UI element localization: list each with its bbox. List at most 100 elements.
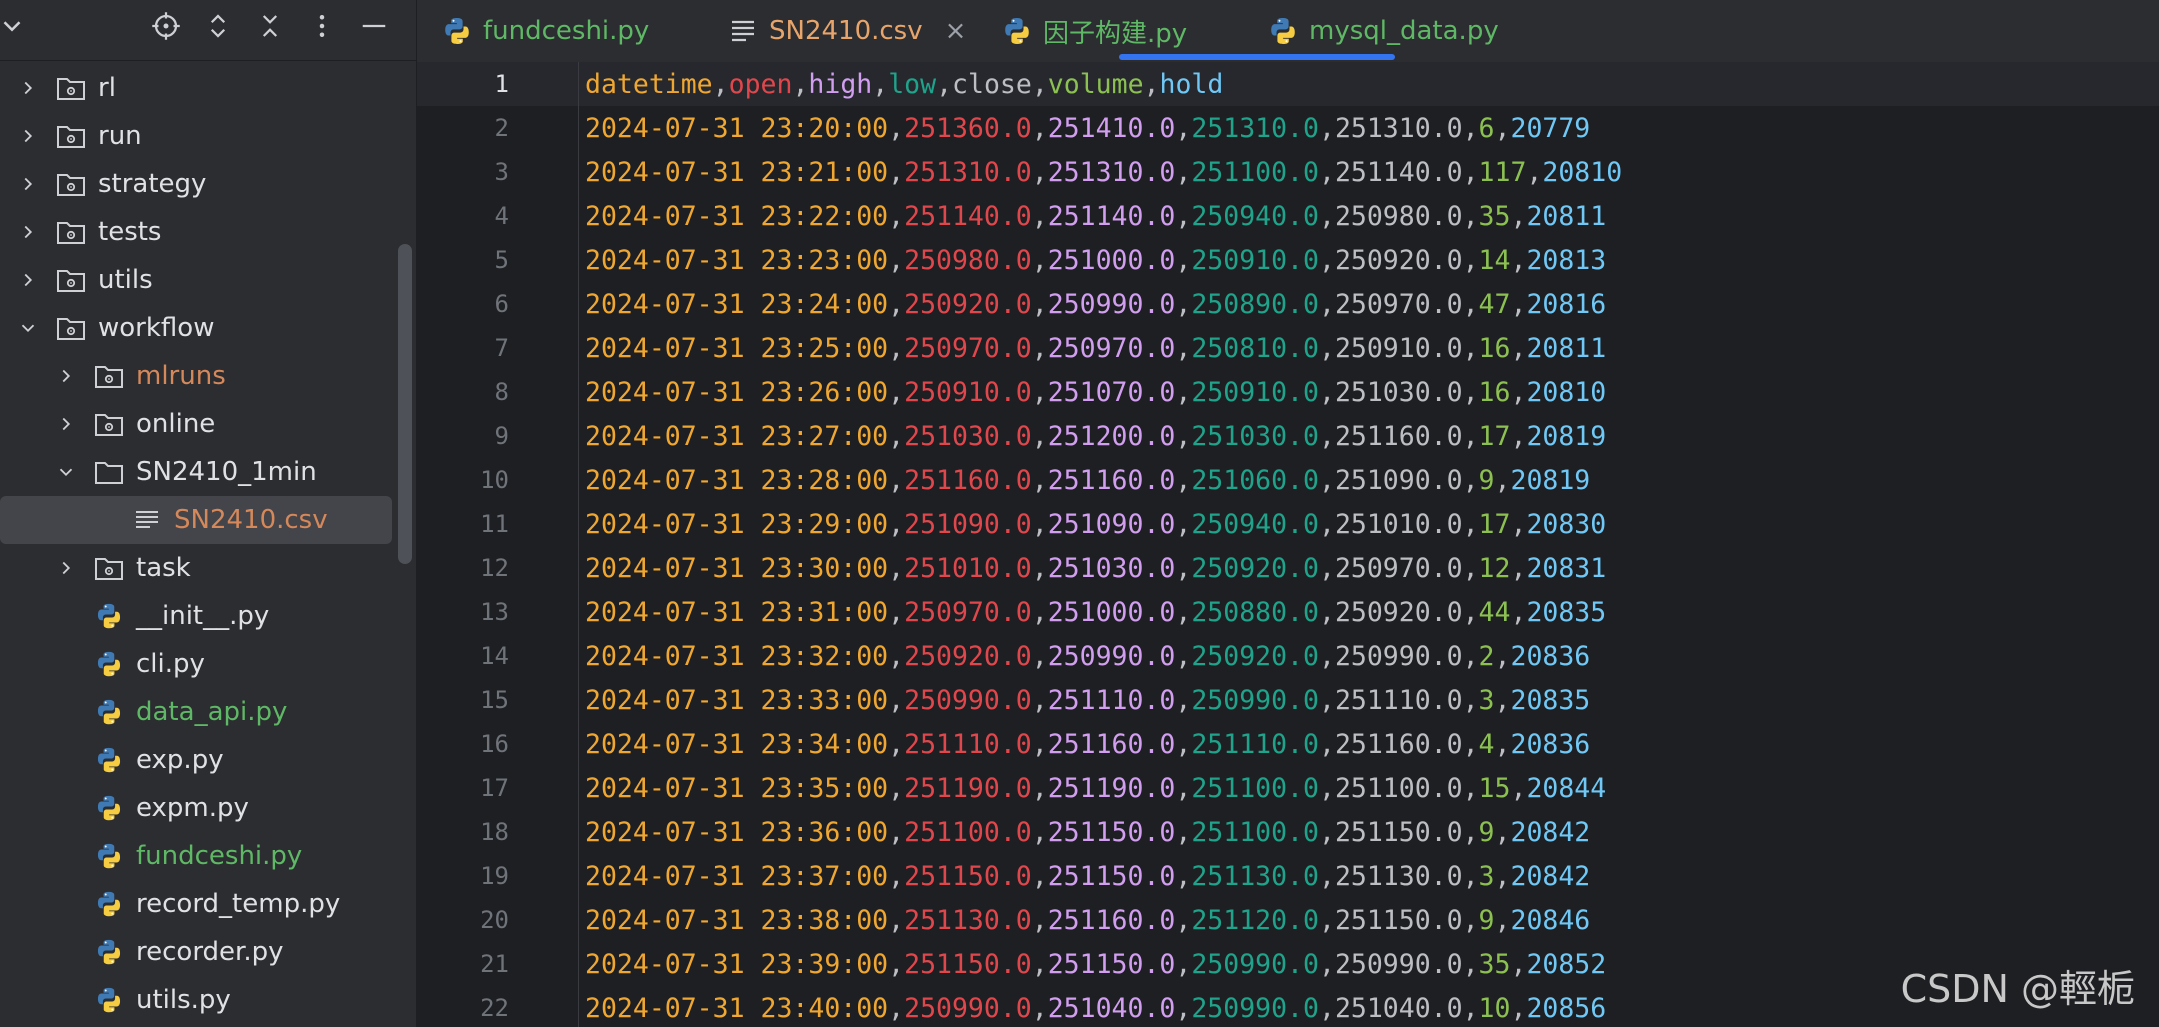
line-number[interactable]: 15 xyxy=(417,686,509,714)
tree-item-data-api-py[interactable]: data_api.py xyxy=(0,688,416,736)
csv-field: 251140.0 xyxy=(1047,200,1176,232)
csv-field: 20852 xyxy=(1526,948,1607,980)
line-number[interactable]: 1 xyxy=(417,70,509,98)
chevron-down-icon[interactable] xyxy=(0,6,32,46)
tree-item-fundceshi-py[interactable]: fundceshi.py xyxy=(0,832,416,880)
python-icon xyxy=(1267,15,1299,47)
line-number[interactable]: 9 xyxy=(417,422,509,450)
tree-item-record-temp-py[interactable]: record_temp.py xyxy=(0,880,416,928)
csv-field: 2024-07-31 23:37:00 xyxy=(585,860,889,892)
chevron-down-icon[interactable] xyxy=(16,316,40,340)
csv-field: 2024-07-31 23:34:00 xyxy=(585,728,889,760)
line-number[interactable]: 17 xyxy=(417,774,509,802)
tree-item-workflow[interactable]: workflow xyxy=(0,304,416,352)
line-number[interactable]: 10 xyxy=(417,466,509,494)
chevron-right-icon[interactable] xyxy=(16,124,40,148)
tree-item-utils[interactable]: utils xyxy=(0,256,416,304)
line-number[interactable]: 2 xyxy=(417,114,509,142)
chevron-right-icon[interactable] xyxy=(16,76,40,100)
line-number[interactable]: 11 xyxy=(417,510,509,538)
chevron-right-icon[interactable] xyxy=(54,412,78,436)
line-number[interactable]: 5 xyxy=(417,246,509,274)
python-icon xyxy=(1001,15,1033,47)
line-number[interactable]: 14 xyxy=(417,642,509,670)
csv-field: 250970.0 xyxy=(904,332,1032,364)
line-number[interactable]: 7 xyxy=(417,334,509,362)
line-number[interactable]: 18 xyxy=(417,818,509,846)
chevron-right-icon[interactable] xyxy=(16,220,40,244)
code-line: 19 2024-07-31 23:37:00,251150.0,251150.0,… xyxy=(417,854,2159,898)
tree-item-strategy[interactable]: strategy xyxy=(0,160,416,208)
close-icon[interactable]: × xyxy=(945,16,967,46)
line-number[interactable]: 19 xyxy=(417,862,509,890)
code-text: 2024-07-31 23:20:00,251360.0,251410.0,25… xyxy=(585,112,1591,144)
line-number[interactable]: 16 xyxy=(417,730,509,758)
tree-item-rl[interactable]: rl xyxy=(0,64,416,112)
csv-field: 2024-07-31 23:38:00 xyxy=(585,904,889,936)
more-options-icon[interactable] xyxy=(302,6,342,46)
chevron-right-icon[interactable] xyxy=(16,268,40,292)
code-line: 20 2024-07-31 23:38:00,251130.0,251160.0,… xyxy=(417,898,2159,942)
chevron-right-icon[interactable] xyxy=(54,556,78,580)
tree-item-mlruns[interactable]: mlruns xyxy=(0,352,416,400)
line-number[interactable]: 3 xyxy=(417,158,509,186)
line-number[interactable]: 12 xyxy=(417,554,509,582)
csv-field: 2024-07-31 23:21:00 xyxy=(585,156,889,188)
line-number[interactable]: 21 xyxy=(417,950,509,978)
tab-factor-build[interactable]: 因子构建.py xyxy=(1001,0,1187,62)
code-editor[interactable]: 1 datetime,open,high,low,close,volume,hol… xyxy=(417,62,2159,1027)
code-line: 8 2024-07-31 23:26:00,250910.0,251070.0,2… xyxy=(417,370,2159,414)
code-line: 17 2024-07-31 23:35:00,251190.0,251190.0,… xyxy=(417,766,2159,810)
tab-fundceshi[interactable]: fundceshi.py xyxy=(441,0,649,62)
csv-field: 251130.0 xyxy=(1334,860,1463,892)
text-file-icon xyxy=(130,505,164,535)
tree-item-sn2410-1min[interactable]: SN2410_1min xyxy=(0,448,416,496)
chevron-right-icon[interactable] xyxy=(54,364,78,388)
python-icon xyxy=(92,985,126,1015)
tab-sn2410-csv[interactable]: SN2410.csv × xyxy=(727,0,966,62)
tree-item-online[interactable]: online xyxy=(0,400,416,448)
project-panel: rl run strategy tests utils workflow mlruns onl… xyxy=(0,0,417,1027)
collapse-all-icon[interactable] xyxy=(250,6,290,46)
csv-field: 251310.0 xyxy=(904,156,1032,188)
csv-field: 251160.0 xyxy=(1047,904,1176,936)
tree-item-exp-py[interactable]: exp.py xyxy=(0,736,416,784)
chevron-down-icon[interactable] xyxy=(54,460,78,484)
tree-item-cli-py[interactable]: cli.py xyxy=(0,640,416,688)
line-number[interactable]: 4 xyxy=(417,202,509,230)
csv-field: 251360.0 xyxy=(904,112,1032,144)
expand-all-icon[interactable] xyxy=(198,6,238,46)
tree-item-sn2410-csv[interactable]: SN2410.csv xyxy=(0,496,392,544)
code-line: 14 2024-07-31 23:32:00,250920.0,250990.0,… xyxy=(417,634,2159,678)
chevron-right-icon[interactable] xyxy=(16,172,40,196)
csv-field: 250990.0 xyxy=(1047,288,1176,320)
csv-field: 2024-07-31 23:29:00 xyxy=(585,508,889,540)
tree-item-run[interactable]: run xyxy=(0,112,416,160)
csv-field: 250920.0 xyxy=(904,288,1032,320)
csv-field: 35 xyxy=(1478,948,1511,980)
tree-item-label: fundceshi.py xyxy=(136,841,303,871)
tree-item-recorder-py[interactable]: recorder.py xyxy=(0,928,416,976)
csv-field: 250910.0 xyxy=(1191,244,1319,276)
line-number[interactable]: 13 xyxy=(417,598,509,626)
line-number[interactable]: 20 xyxy=(417,906,509,934)
line-number[interactable]: 8 xyxy=(417,378,509,406)
csv-field: 16 xyxy=(1478,376,1511,408)
csv-field: 251160.0 xyxy=(1334,420,1463,452)
hide-icon[interactable] xyxy=(354,6,394,46)
tree-item-utils-py[interactable]: utils.py xyxy=(0,976,416,1024)
code-line: 12 2024-07-31 23:30:00,251010.0,251030.0,… xyxy=(417,546,2159,590)
tree-item-init-py[interactable]: __init__.py xyxy=(0,592,416,640)
sidebar-scrollbar[interactable] xyxy=(398,244,412,564)
tree-item-expm-py[interactable]: expm.py xyxy=(0,784,416,832)
line-number[interactable]: 6 xyxy=(417,290,509,318)
tree-item-tests[interactable]: tests xyxy=(0,208,416,256)
tree-item-task[interactable]: task xyxy=(0,544,416,592)
csv-field: 44 xyxy=(1478,596,1511,628)
tab-mysql-data[interactable]: mysql_data.py xyxy=(1267,0,1499,62)
csv-field: 251030.0 xyxy=(1047,552,1176,584)
csv-field: hold xyxy=(1159,68,1224,100)
code-text: 2024-07-31 23:21:00,251310.0,251310.0,25… xyxy=(585,156,1623,188)
locate-icon[interactable] xyxy=(146,6,186,46)
line-number[interactable]: 22 xyxy=(417,994,509,1022)
